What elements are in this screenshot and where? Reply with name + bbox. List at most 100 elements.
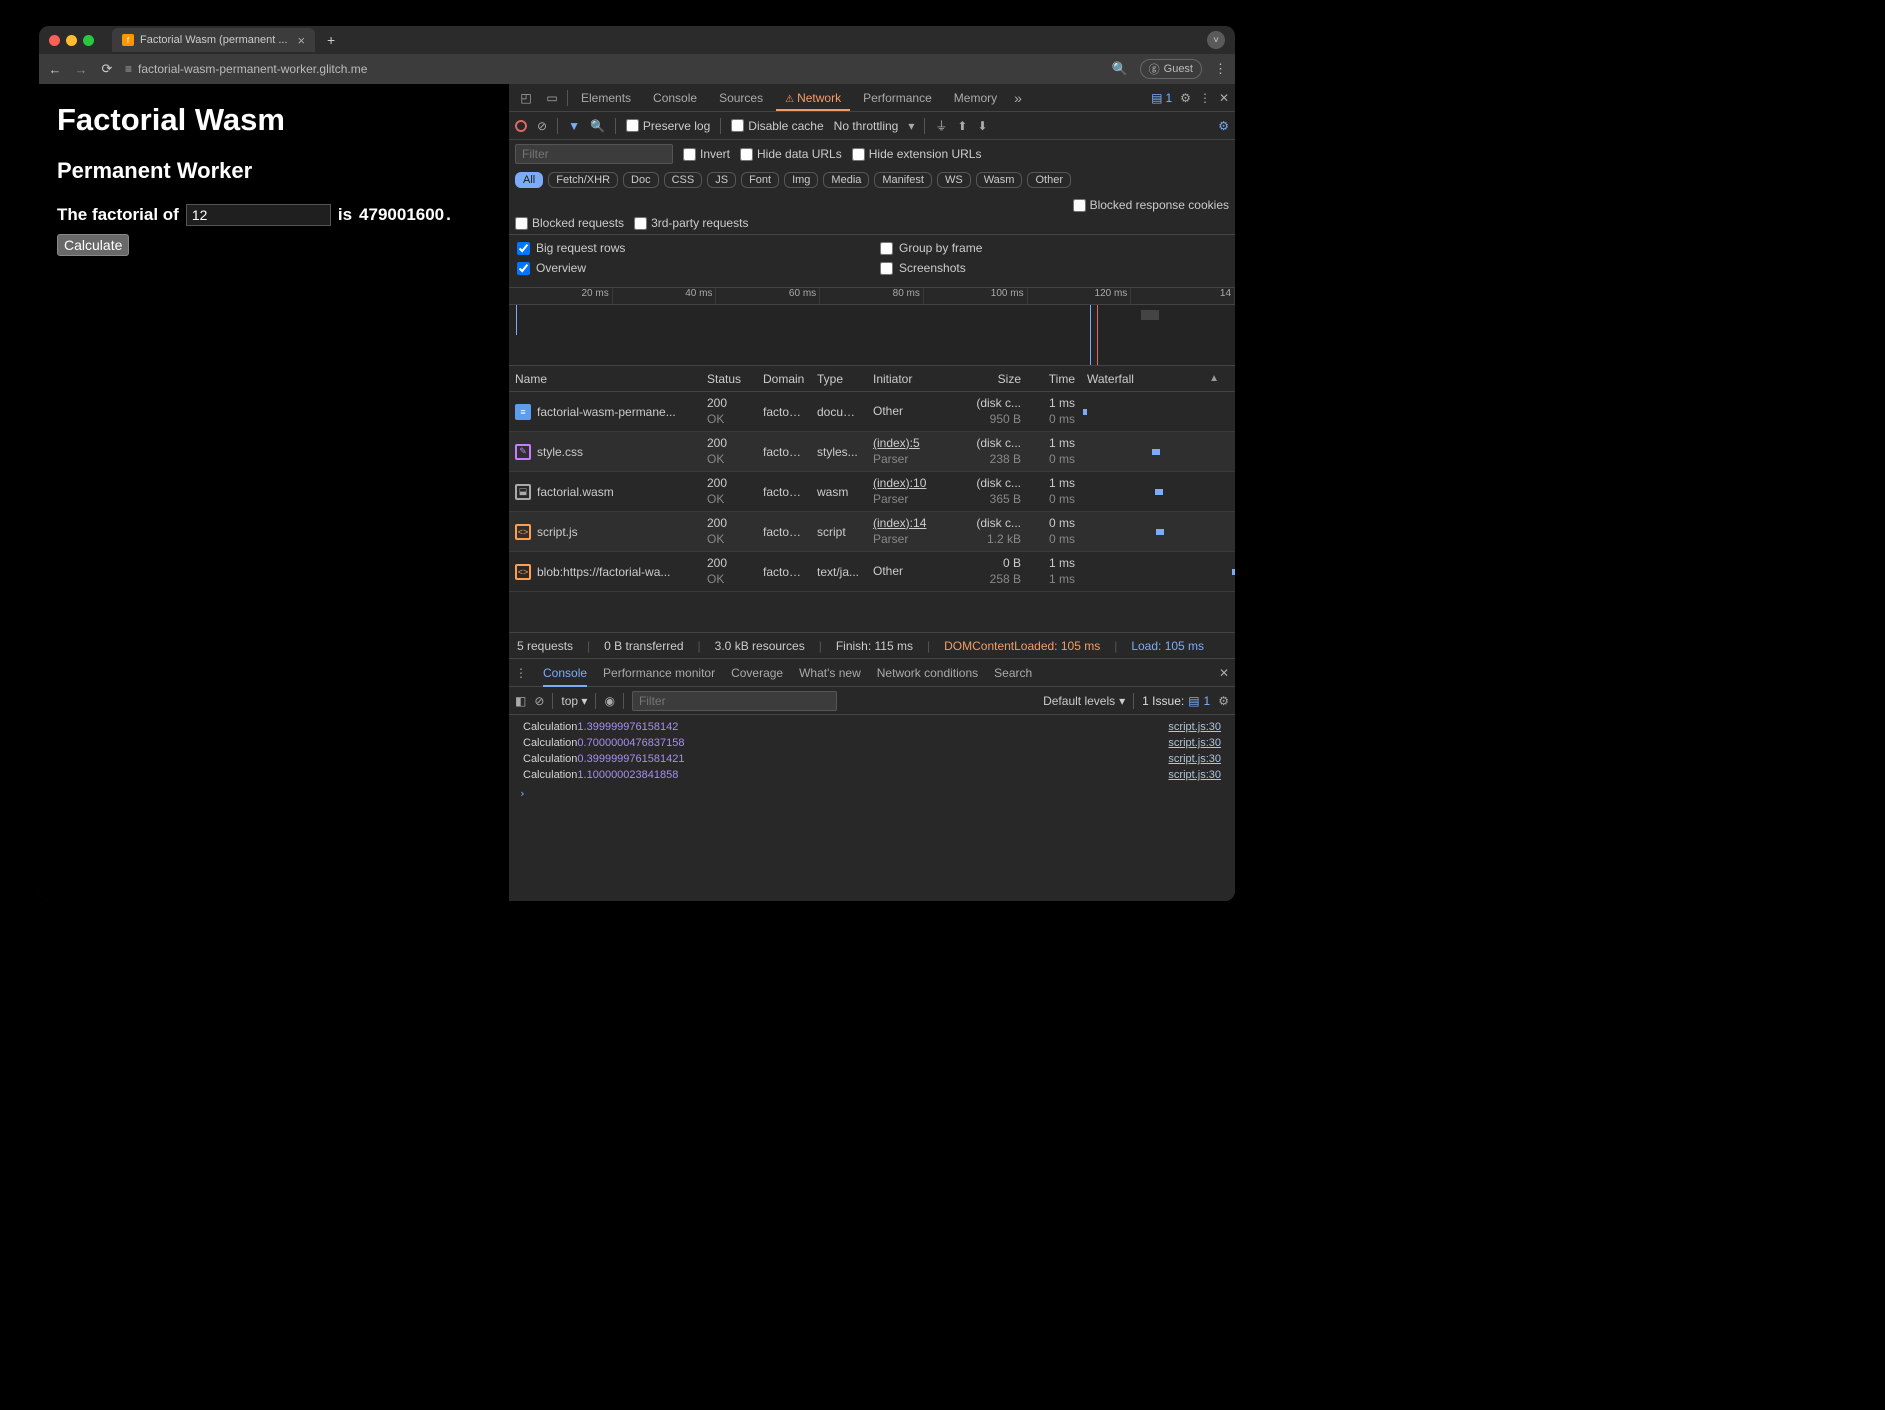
clear-icon[interactable]: ⊘ [537, 119, 547, 133]
filter-pill-ws[interactable]: WS [937, 172, 971, 188]
table-row[interactable]: ✎style.css200OKfactori...styles...(index… [509, 432, 1235, 472]
tab-console[interactable]: Console [644, 86, 706, 110]
export-icon[interactable]: ⬇ [977, 119, 987, 133]
tab-close-icon[interactable]: × [298, 33, 306, 48]
menu-icon[interactable]: ⋮ [1214, 61, 1227, 77]
device-icon[interactable]: ▭ [541, 87, 563, 109]
console-clear-icon[interactable]: ⊘ [534, 694, 544, 708]
filter-pill-manifest[interactable]: Manifest [874, 172, 932, 188]
overview-checkbox[interactable]: Overview [517, 261, 864, 275]
network-settings-icon[interactable]: ⚙ [1218, 119, 1229, 133]
tab-sources[interactable]: Sources [710, 86, 772, 110]
network-conditions-icon[interactable]: ⏚ [935, 117, 947, 134]
tab-performance[interactable]: Performance [854, 86, 941, 110]
window-zoom[interactable] [83, 35, 94, 46]
log-levels-select[interactable]: Default levels ▾ [1043, 694, 1125, 708]
tabs-dropdown[interactable]: ˅ [1207, 31, 1225, 49]
hide-extension-urls-checkbox[interactable]: Hide extension URLs [852, 147, 982, 161]
drawer-tab-netcond[interactable]: Network conditions [877, 666, 978, 680]
drawer-tab-coverage[interactable]: Coverage [731, 666, 783, 680]
filter-pill-css[interactable]: CSS [664, 172, 703, 188]
col-name-header[interactable]: Name [509, 369, 701, 389]
network-filter-input[interactable] [515, 144, 673, 164]
forward-button[interactable]: → [73, 62, 89, 77]
console-sidebar-icon[interactable]: ◧ [515, 694, 526, 708]
console-filter-input[interactable] [632, 691, 837, 711]
console-prompt[interactable]: › [509, 783, 1235, 804]
col-time-header[interactable]: Time [1027, 369, 1081, 389]
browser-tab[interactable]: f Factorial Wasm (permanent ... × [112, 28, 315, 52]
context-select[interactable]: top ▾ [561, 694, 587, 708]
filter-icon[interactable]: ▼ [568, 119, 580, 133]
blocked-cookies-checkbox[interactable]: Blocked response cookies [1073, 198, 1229, 212]
close-devtools-icon[interactable]: ✕ [1219, 91, 1229, 105]
log-source-link[interactable]: script.js:30 [1168, 753, 1221, 765]
filter-pill-wasm[interactable]: Wasm [976, 172, 1023, 188]
table-row[interactable]: ⬓factorial.wasm200OKfactori...wasm(index… [509, 472, 1235, 512]
console-settings-icon[interactable]: ⚙ [1218, 694, 1229, 708]
zoom-icon[interactable]: 🔍 [1111, 61, 1127, 77]
factorial-input[interactable] [186, 204, 331, 226]
drawer-tab-console[interactable]: Console [543, 666, 587, 680]
disable-cache-checkbox[interactable]: Disable cache [731, 119, 823, 133]
settings-icon[interactable]: ⚙ [1180, 91, 1191, 105]
drawer-tab-perfmon[interactable]: Performance monitor [603, 666, 715, 680]
preserve-log-checkbox[interactable]: Preserve log [626, 119, 710, 133]
third-party-checkbox[interactable]: 3rd-party requests [634, 216, 748, 230]
table-row[interactable]: ≡factorial-wasm-permane...200OKfactori..… [509, 392, 1235, 432]
throttling-chevron-icon[interactable]: ▾ [908, 119, 914, 133]
table-row[interactable]: <>script.js200OKfactori...script(index):… [509, 512, 1235, 552]
drawer-tab-search[interactable]: Search [994, 666, 1032, 680]
col-size-header[interactable]: Size [965, 369, 1027, 389]
log-source-link[interactable]: script.js:30 [1168, 721, 1221, 733]
tab-memory[interactable]: Memory [945, 86, 1006, 110]
col-domain-header[interactable]: Domain [757, 369, 811, 389]
reload-button[interactable]: ⟳ [99, 61, 115, 77]
overview-timeline[interactable]: 20 ms40 ms60 ms80 ms100 ms120 ms14 [509, 288, 1235, 366]
tab-elements[interactable]: Elements [572, 86, 640, 110]
url-text[interactable]: factorial-wasm-permanent-worker.glitch.m… [138, 62, 367, 76]
filter-pill-all[interactable]: All [515, 172, 543, 188]
big-rows-checkbox[interactable]: Big request rows [517, 241, 864, 255]
drawer-menu-icon[interactable]: ⋮ [515, 666, 527, 680]
live-expr-icon[interactable]: ◉ [604, 694, 614, 708]
inspect-icon[interactable]: ◰ [515, 87, 537, 109]
more-icon[interactable]: ⋮ [1199, 91, 1211, 105]
col-status-header[interactable]: Status [701, 369, 757, 389]
new-tab-button[interactable]: + [321, 32, 341, 48]
site-info-icon[interactable]: ≡ [125, 62, 132, 76]
screenshots-checkbox[interactable]: Screenshots [880, 261, 1227, 275]
filter-pill-img[interactable]: Img [784, 172, 818, 188]
group-frame-checkbox[interactable]: Group by frame [880, 241, 1227, 255]
filter-pill-font[interactable]: Font [741, 172, 779, 188]
hide-data-urls-checkbox[interactable]: Hide data URLs [740, 147, 842, 161]
window-close[interactable] [49, 35, 60, 46]
throttling-select[interactable]: No throttling [834, 119, 899, 133]
col-type-header[interactable]: Type [811, 369, 867, 389]
filter-pill-other[interactable]: Other [1027, 172, 1071, 188]
invert-checkbox[interactable]: Invert [683, 147, 730, 161]
log-source-link[interactable]: script.js:30 [1168, 737, 1221, 749]
tab-network[interactable]: Network [776, 86, 850, 110]
blocked-requests-checkbox[interactable]: Blocked requests [515, 216, 624, 230]
issues-button[interactable]: ▤1 [1151, 91, 1172, 105]
filter-pill-media[interactable]: Media [823, 172, 869, 188]
col-waterfall-header[interactable]: Waterfall▲ [1081, 369, 1235, 389]
console-issues-button[interactable]: 1 Issue:▤1 [1142, 694, 1210, 708]
log-source-link[interactable]: script.js:30 [1168, 769, 1221, 781]
import-icon[interactable]: ⬆ [957, 119, 967, 133]
tabs-overflow[interactable]: » [1010, 90, 1026, 106]
profile-button[interactable]: ⓖ Guest [1140, 59, 1202, 79]
calculate-button[interactable]: Calculate [57, 234, 129, 256]
search-icon[interactable]: 🔍 [590, 119, 605, 133]
filter-pill-fetchxhr[interactable]: Fetch/XHR [548, 172, 618, 188]
drawer-close-icon[interactable]: ✕ [1219, 666, 1229, 680]
drawer-tab-whatsnew[interactable]: What's new [799, 666, 861, 680]
filter-pill-js[interactable]: JS [707, 172, 736, 188]
filter-pill-doc[interactable]: Doc [623, 172, 659, 188]
table-row[interactable]: <>blob:https://factorial-wa...200OKfacto… [509, 552, 1235, 592]
col-initiator-header[interactable]: Initiator [867, 369, 965, 389]
back-button[interactable]: ← [47, 62, 63, 77]
record-button[interactable] [515, 120, 527, 132]
window-minimize[interactable] [66, 35, 77, 46]
